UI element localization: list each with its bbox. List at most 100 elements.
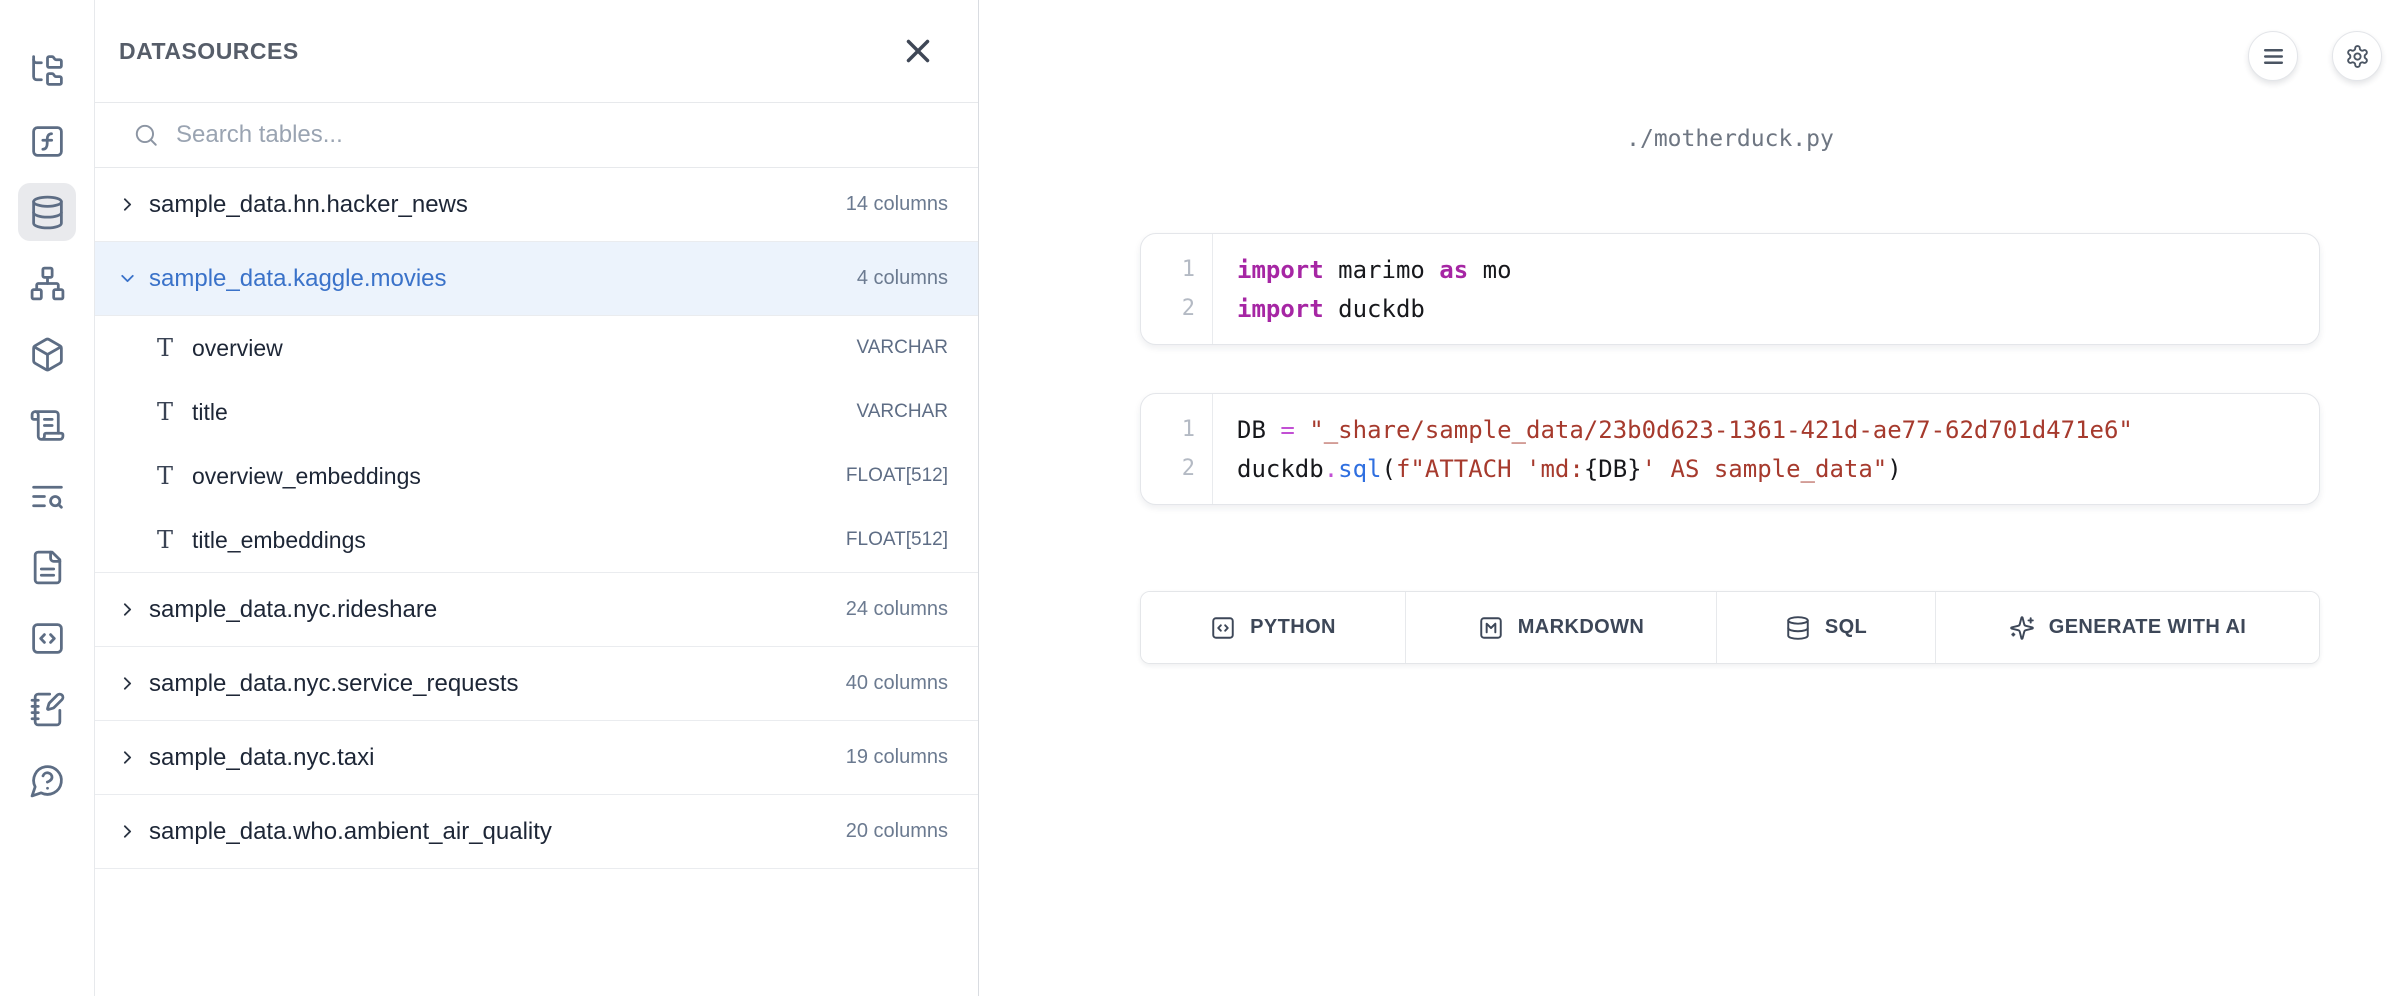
code-cell[interactable]: 12import marimo as moimport duckdb bbox=[1140, 233, 2320, 345]
table-search-row bbox=[95, 103, 978, 168]
table-row[interactable]: sample_data.who.ambient_air_quality 20 co… bbox=[95, 795, 978, 869]
code-line: duckdb.sql(f"ATTACH 'md:{DB}' AS sample_… bbox=[1237, 449, 2319, 488]
code-token bbox=[1295, 416, 1309, 444]
column-name: title bbox=[192, 399, 228, 426]
table-column-count: 19 columns bbox=[846, 746, 948, 769]
settings-button[interactable] bbox=[2332, 31, 2382, 81]
square-code-icon bbox=[1210, 615, 1236, 641]
add-cell-button-label: MARKDOWN bbox=[1518, 616, 1645, 639]
settings-icon bbox=[2345, 44, 2370, 69]
chevron-right-icon bbox=[117, 747, 138, 768]
rail-item-logs[interactable] bbox=[18, 467, 76, 525]
table-name: sample_data.nyc.rideshare bbox=[149, 596, 437, 624]
cell-editor[interactable]: DB = "_share/sample_data/23b0d623-1361-4… bbox=[1213, 394, 2319, 504]
left-icon-rail bbox=[0, 0, 95, 996]
notebook-pen-icon bbox=[29, 691, 66, 728]
add-cell-python-button[interactable]: PYTHON bbox=[1141, 592, 1405, 663]
menu-button[interactable] bbox=[2248, 31, 2298, 81]
column-type-icon: T bbox=[151, 526, 179, 554]
search-icon bbox=[133, 122, 159, 148]
code-token: duckdb bbox=[1237, 455, 1324, 483]
chevron-down-icon bbox=[117, 268, 138, 289]
column-name: title_embeddings bbox=[192, 527, 366, 554]
menu-icon bbox=[2261, 44, 2286, 69]
code-line: import marimo as mo bbox=[1237, 250, 2319, 289]
column-row[interactable]: Ttitle VARCHAR bbox=[95, 380, 978, 444]
table-row[interactable]: sample_data.kaggle.movies4 columns bbox=[95, 242, 978, 316]
line-number: 1 bbox=[1141, 410, 1212, 449]
close-icon bbox=[899, 32, 937, 70]
code-token: = bbox=[1280, 416, 1294, 444]
notebook-filename[interactable]: ./motherduck.py bbox=[1140, 126, 2320, 152]
code-token: DB bbox=[1237, 416, 1280, 444]
column-name: overview bbox=[192, 335, 283, 362]
column-datatype: VARCHAR bbox=[857, 401, 949, 423]
rail-item-documentation[interactable] bbox=[18, 538, 76, 596]
sparkles-icon bbox=[2009, 615, 2035, 641]
folder-tree-icon bbox=[29, 52, 66, 89]
code-token: . bbox=[1324, 455, 1338, 483]
code-token: f"ATTACH 'md: bbox=[1396, 455, 1584, 483]
rail-item-dependencies[interactable] bbox=[18, 254, 76, 312]
rail-item-file-explorer[interactable] bbox=[18, 41, 76, 99]
column-row[interactable]: Toverview_embeddings FLOAT[512] bbox=[95, 444, 978, 508]
code-token: marimo bbox=[1324, 256, 1440, 284]
network-icon bbox=[29, 265, 66, 302]
table-row[interactable]: sample_data.nyc.service_requests 40 colum… bbox=[95, 647, 978, 721]
code-token: mo bbox=[1468, 256, 1511, 284]
cell-gutter: 12 bbox=[1141, 234, 1213, 344]
add-cell-button-label: GENERATE WITH AI bbox=[2049, 616, 2247, 639]
cell-gutter: 12 bbox=[1141, 394, 1213, 504]
line-number: 1 bbox=[1141, 250, 1212, 289]
cell-editor[interactable]: import marimo as moimport duckdb bbox=[1213, 234, 2319, 344]
table-columns-list: ToverviewVARCHARTtitleVARCHARToverview_e… bbox=[95, 316, 978, 573]
table-column-count: 20 columns bbox=[846, 820, 948, 843]
scroll-text-icon bbox=[29, 407, 66, 444]
code-cell[interactable]: 12DB = "_share/sample_data/23b0d623-1361… bbox=[1140, 393, 2320, 505]
chevron-right-icon bbox=[117, 673, 138, 694]
column-datatype: FLOAT[512] bbox=[846, 465, 948, 487]
rail-item-variables[interactable] bbox=[18, 112, 76, 170]
table-row[interactable]: sample_data.nyc.rideshare24 columns bbox=[95, 573, 978, 647]
add-cell-button-label: SQL bbox=[1825, 616, 1867, 639]
table-name: sample_data.nyc.service_requests bbox=[149, 670, 519, 698]
line-number: 2 bbox=[1141, 289, 1212, 328]
table-row[interactable]: sample_data.nyc.taxi 19 columns bbox=[95, 721, 978, 795]
column-row[interactable]: Ttitle_embeddings FLOAT[512] bbox=[95, 508, 978, 572]
add-cell-ai-button[interactable]: GENERATE WITH AI bbox=[1935, 592, 2319, 663]
square-code-icon bbox=[29, 620, 66, 657]
add-cell-markdown-button[interactable]: MARKDOWN bbox=[1405, 592, 1716, 663]
rail-item-help[interactable] bbox=[18, 751, 76, 809]
datasources-panel: DATASOURCES sample_data.hn.hacker_news14… bbox=[95, 0, 979, 996]
code-token: as bbox=[1439, 256, 1468, 284]
code-token: import bbox=[1237, 256, 1324, 284]
column-type-icon: T bbox=[151, 398, 179, 426]
database-icon bbox=[1785, 615, 1811, 641]
table-name: sample_data.who.ambient_air_quality bbox=[149, 818, 552, 846]
table-column-count: 40 columns bbox=[846, 672, 948, 695]
column-type-icon: T bbox=[151, 334, 179, 362]
table-row[interactable]: sample_data.hn.hacker_news14 columns bbox=[95, 168, 978, 242]
column-type-icon: T bbox=[151, 462, 179, 490]
code-token: ' AS sample_data" bbox=[1642, 455, 1888, 483]
column-datatype: FLOAT[512] bbox=[846, 529, 948, 551]
code-token: ( bbox=[1382, 455, 1396, 483]
rail-item-outline[interactable] bbox=[18, 396, 76, 454]
rail-item-packages[interactable] bbox=[18, 325, 76, 383]
line-number: 2 bbox=[1141, 449, 1212, 488]
panel-title: DATASOURCES bbox=[119, 38, 299, 65]
search-tables-input[interactable] bbox=[176, 121, 876, 149]
add-cell-sql-button[interactable]: SQL bbox=[1716, 592, 1935, 663]
code-token: "_share/sample_data/23b0d623-1361-421d-a… bbox=[1309, 416, 2133, 444]
rail-item-scratchpad[interactable] bbox=[18, 680, 76, 738]
file-text-icon bbox=[29, 549, 66, 586]
text-search-icon bbox=[29, 478, 66, 515]
column-name: overview_embeddings bbox=[192, 463, 421, 490]
add-cell-bar: PYTHON MARKDOWN SQL GENERATE WITH AI bbox=[1140, 591, 2320, 664]
table-name: sample_data.nyc.taxi bbox=[149, 744, 374, 772]
rail-item-datasources[interactable] bbox=[18, 183, 76, 241]
table-column-count: 14 columns bbox=[846, 193, 948, 216]
rail-item-snippets[interactable] bbox=[18, 609, 76, 667]
close-datasources-button[interactable] bbox=[899, 32, 937, 70]
column-row[interactable]: ToverviewVARCHAR bbox=[95, 316, 978, 380]
